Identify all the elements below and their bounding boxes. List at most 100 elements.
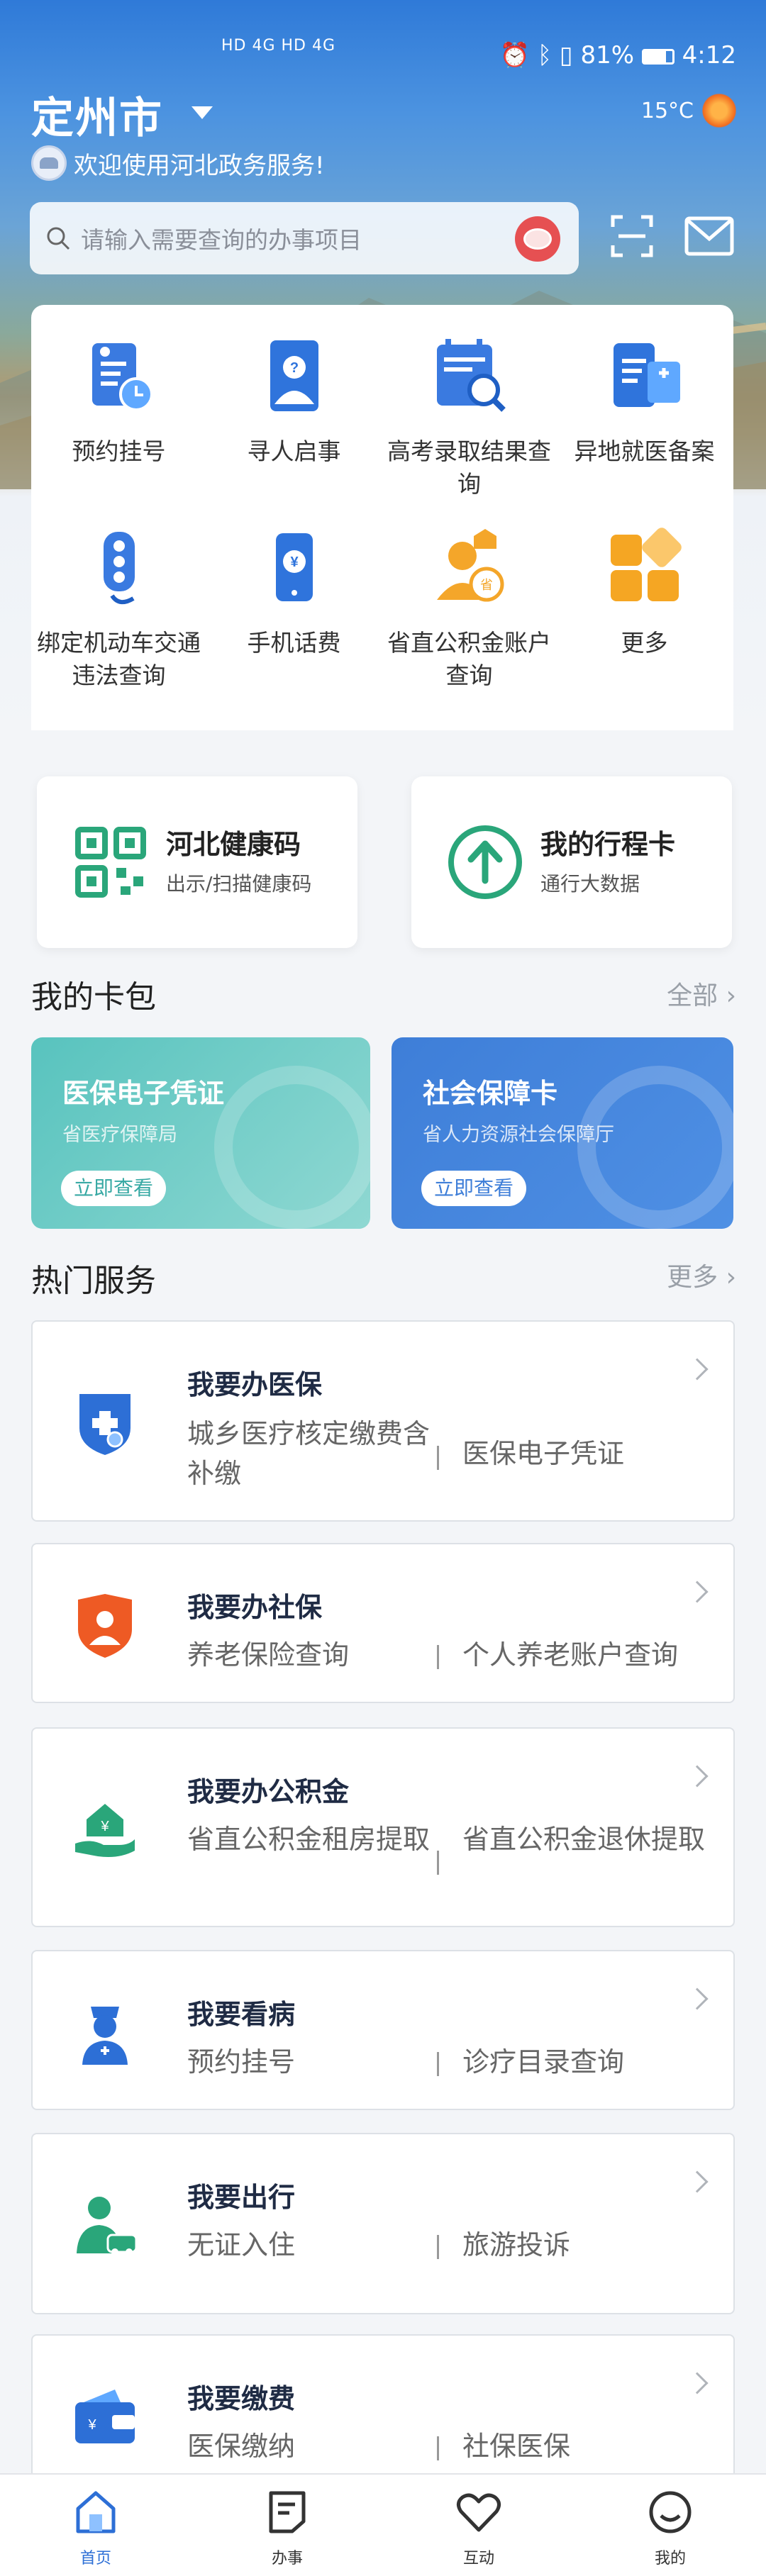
battery-icon xyxy=(641,48,675,65)
service-card-travel[interactable]: 我要出行 无证入住 旅游投诉 xyxy=(31,2133,735,2314)
welcome-text: 欢迎使用河北政务服务! xyxy=(74,151,325,180)
chevron-right-icon xyxy=(686,1765,709,1788)
header-banner: HD 4G HD 4G ⏰ ᛒ ▯ 81% 4:12 定州市 15°C 欢迎使用… xyxy=(0,0,766,730)
mail-icon[interactable] xyxy=(684,216,734,256)
search-icon xyxy=(47,227,70,250)
itinerary-card[interactable]: 我的行程卡 通行大数据 xyxy=(411,776,732,948)
signal-indicator: HD 4G HD 4G xyxy=(221,37,336,55)
service-link[interactable]: 个人养老账户查询 xyxy=(462,1635,718,1675)
svg-text:¥: ¥ xyxy=(87,2417,96,2433)
service-card-medical-insurance[interactable]: 我要办医保 城乡医疗核定缴费含补缴 医保电子凭证 xyxy=(31,1320,735,1522)
grid-item-provident-fund[interactable]: 省 省直公积金账户查询 xyxy=(382,525,557,692)
alarm-icon: ⏰ xyxy=(499,41,530,69)
hot-services-title: 热门服务 xyxy=(31,1263,156,1299)
chevron-down-icon[interactable] xyxy=(192,106,213,119)
plus-watermark-icon xyxy=(214,1066,370,1229)
health-code-title: 河北健康码 xyxy=(166,829,301,860)
document-icon xyxy=(269,2491,306,2533)
weather-widget: 15°C xyxy=(641,92,738,129)
service-card-social-security[interactable]: 我要办社保 养老保险查询 个人养老账户查询 xyxy=(31,1543,735,1703)
remote-medical-filing-icon xyxy=(613,343,680,407)
service-link[interactable]: 无证入住 xyxy=(187,2225,443,2265)
tab-interact[interactable]: 互动 xyxy=(383,2487,574,2568)
tab-affairs[interactable]: 办事 xyxy=(192,2487,383,2568)
view-now-button[interactable]: 立即查看 xyxy=(421,1171,527,1206)
chevron-right-icon xyxy=(686,1580,709,1603)
hot-services-more-link[interactable]: 更多 › xyxy=(667,1256,736,1293)
qr-code-icon xyxy=(75,827,146,898)
tab-home[interactable]: 首页 xyxy=(0,2487,192,2568)
search-input[interactable]: 请输入需要查询的办事项目 xyxy=(81,221,362,255)
home-icon xyxy=(76,2491,116,2533)
grid-item-exam-result[interactable]: 高考录取结果查询 xyxy=(382,333,557,501)
heart-icon xyxy=(457,2493,501,2532)
svg-text:?: ? xyxy=(289,360,298,376)
quick-service-grid: 预约挂号 ? 寻人启事 高考录取结果查询 异地就医备案 绑定机动车交通违法查询 … xyxy=(31,305,733,730)
service-link[interactable]: 医保缴纳 xyxy=(187,2426,443,2466)
service-link[interactable]: 养老保险查询 xyxy=(187,1635,443,1675)
wallet-payment-icon: ¥ xyxy=(75,2390,135,2443)
nurse-icon xyxy=(82,2007,128,2065)
chevron-right-icon xyxy=(686,2372,709,2394)
arrow-up-circle-icon xyxy=(448,825,522,899)
chevron-right-icon xyxy=(686,1358,709,1381)
housing-fund-hand-icon: ¥ xyxy=(75,1804,135,1857)
bottom-tab-bar: 首页 办事 互动 我的 xyxy=(0,2473,766,2576)
grid-item-missing-person[interactable]: ? 寻人启事 xyxy=(206,333,382,468)
svg-text:省: 省 xyxy=(480,578,493,593)
service-link[interactable]: 省直公积金租房提取 xyxy=(187,1819,443,1859)
itinerary-title: 我的行程卡 xyxy=(540,829,676,860)
si-watermark-icon xyxy=(577,1066,733,1229)
sun-icon xyxy=(701,92,738,129)
social-security-badge-icon xyxy=(78,1594,132,1658)
service-link[interactable]: 预约挂号 xyxy=(187,2042,443,2082)
chevron-right-icon xyxy=(686,2170,709,2193)
service-link[interactable]: 社保医保 xyxy=(462,2426,718,2466)
svg-text:¥: ¥ xyxy=(100,1819,109,1834)
grid-item-registration[interactable]: 预约挂号 xyxy=(31,333,206,468)
medical-insurance-shield-icon xyxy=(79,1394,131,1455)
app-screen: HD 4G HD 4G ⏰ ᛒ ▯ 81% 4:12 定州市 15°C 欢迎使用… xyxy=(0,0,766,2576)
missing-person-icon: ? xyxy=(270,340,318,411)
voice-assistant-icon[interactable] xyxy=(515,216,560,262)
battery-percent: 81% xyxy=(580,41,635,69)
service-link[interactable]: 医保电子凭证 xyxy=(462,1434,718,1473)
itinerary-subtitle: 通行大数据 xyxy=(540,872,640,896)
bluetooth-icon: ᛒ xyxy=(537,41,553,69)
tab-mine[interactable]: 我的 xyxy=(574,2487,766,2568)
more-grid-icon xyxy=(610,528,682,601)
clock-time: 4:12 xyxy=(682,41,736,69)
service-link[interactable]: 城乡医疗核定缴费含补缴 xyxy=(187,1414,443,1493)
vibrate-icon: ▯ xyxy=(559,41,573,69)
traveler-car-icon xyxy=(77,2197,138,2256)
grid-item-more[interactable]: 更多 xyxy=(557,525,732,659)
government-emblem-icon xyxy=(31,145,67,181)
temperature: 15°C xyxy=(640,98,694,123)
medical-insurance-card[interactable]: 医保电子凭证 省医疗保障局 立即查看 xyxy=(31,1037,370,1229)
svg-text:¥: ¥ xyxy=(290,554,299,570)
chevron-right-icon: › xyxy=(726,1263,736,1292)
scan-icon[interactable] xyxy=(609,213,655,260)
grid-item-phone-bill[interactable]: ¥ 手机话费 xyxy=(206,525,382,659)
chevron-right-icon: › xyxy=(726,981,736,1010)
grid-item-remote-medical[interactable]: 异地就医备案 xyxy=(557,333,732,468)
service-card-housing-fund[interactable]: ¥ 我要办公积金 省直公积金租房提取 省直公积金退休提取 xyxy=(31,1727,735,1927)
search-bar[interactable]: 请输入需要查询的办事项目 xyxy=(30,202,579,274)
service-link[interactable]: 旅游投诉 xyxy=(462,2225,718,2265)
status-bar: HD 4G HD 4G ⏰ ᛒ ▯ 81% 4:12 xyxy=(0,28,766,78)
service-link[interactable]: 省直公积金退休提取 xyxy=(462,1819,718,1859)
service-link[interactable]: 诊疗目录查询 xyxy=(462,2042,718,2082)
provident-fund-icon: 省 xyxy=(436,529,504,602)
registration-clock-icon xyxy=(91,343,153,411)
traffic-light-icon xyxy=(103,532,135,605)
phone-bill-icon: ¥ xyxy=(275,533,313,601)
view-now-button[interactable]: 立即查看 xyxy=(61,1171,167,1206)
social-security-card[interactable]: 社会保障卡 省人力资源社会保障厅 立即查看 xyxy=(392,1037,733,1229)
chevron-right-icon xyxy=(686,1987,709,2010)
health-code-card[interactable]: 河北健康码 出示/扫描健康码 xyxy=(37,776,357,948)
grid-item-traffic-violation[interactable]: 绑定机动车交通违法查询 xyxy=(31,525,206,692)
smile-icon xyxy=(649,2491,692,2533)
service-card-see-doctor[interactable]: 我要看病 预约挂号 诊疗目录查询 xyxy=(31,1950,735,2110)
city-selector[interactable]: 定州市 xyxy=(31,84,163,145)
wallet-all-link[interactable]: 全部 › xyxy=(667,975,736,1012)
